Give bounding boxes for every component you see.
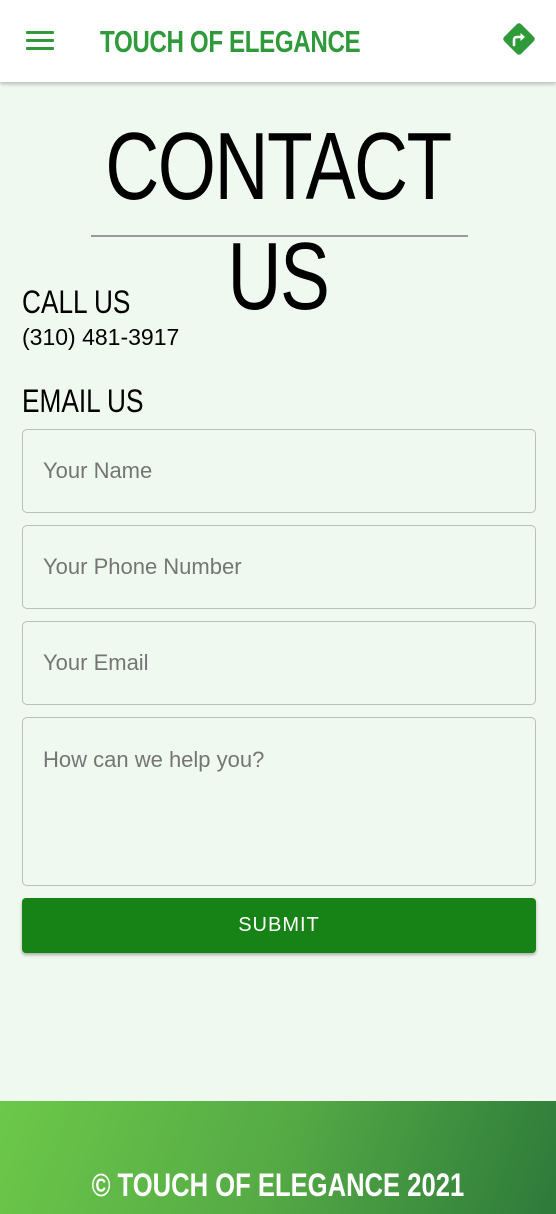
- name-input[interactable]: [22, 429, 536, 513]
- phone-number-link[interactable]: (310) 481-3917: [22, 322, 179, 352]
- app-bar: TOUCH OF ELEGANCE: [0, 0, 556, 82]
- message-textarea[interactable]: [22, 717, 536, 886]
- title-divider: [91, 235, 468, 237]
- hamburger-menu-icon: [26, 47, 54, 50]
- email-input[interactable]: [22, 621, 536, 705]
- phone-input[interactable]: [22, 525, 536, 609]
- hamburger-menu-icon: [26, 39, 54, 42]
- footer-copyright: © TOUCH OF ELEGANCE 2021: [0, 1161, 556, 1209]
- brand-title[interactable]: TOUCH OF ELEGANCE: [100, 20, 361, 64]
- footer: © TOUCH OF ELEGANCE 2021: [0, 1101, 556, 1214]
- email-us-heading: EMAIL US: [22, 383, 144, 419]
- directions-button[interactable]: [500, 20, 538, 58]
- menu-button[interactable]: [22, 24, 58, 58]
- submit-button[interactable]: SUBMIT: [22, 898, 536, 953]
- call-us-heading: CALL US: [22, 284, 131, 320]
- directions-icon: [503, 23, 535, 55]
- hamburger-menu-icon: [26, 31, 54, 34]
- footer-copyright-text: © TOUCH OF ELEGANCE 2021: [91, 1167, 465, 1203]
